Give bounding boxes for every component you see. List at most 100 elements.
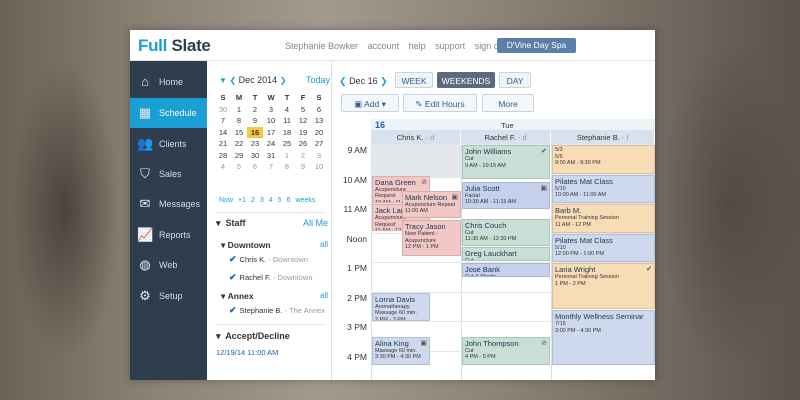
weeks-nav-item[interactable]: 2 [251, 197, 255, 204]
appointment[interactable]: Pilates Mat Class 5/10 12:00 PM - 1:00 PM [552, 233, 655, 262]
calendar-day[interactable]: 19 [295, 127, 311, 139]
calendar-day[interactable]: 18 [279, 127, 295, 139]
calendar-day[interactable]: 29 [231, 150, 247, 162]
calendar-day[interactable]: 22 [231, 138, 247, 150]
help-link[interactable]: help [409, 41, 426, 51]
sidebar-item-schedule[interactable]: ▦ Schedule [130, 98, 207, 128]
calendar-day[interactable]: 21 [215, 138, 231, 150]
group-annex[interactable]: ▾ Annex [221, 291, 254, 302]
calendar-day[interactable]: 2 [247, 104, 263, 116]
appointment[interactable]: Monthly Wellness Seminar 7/15 3:00 PM - 4:… [552, 310, 655, 366]
calendar-day[interactable]: 1 [231, 104, 247, 116]
calendar-day[interactable]: 16 [247, 126, 263, 138]
more-button[interactable]: More [482, 94, 534, 112]
user-name[interactable]: Stephanie Bowker [285, 41, 358, 51]
calendar-day[interactable]: 26 [295, 138, 311, 150]
calendar-day[interactable]: 11 [279, 115, 295, 127]
sidebar-item-setup[interactable]: ⚙ Setup [130, 281, 207, 311]
sidebar-item-messages[interactable]: ✉ Messages [130, 189, 207, 219]
accept-decline-title[interactable]: ▾ Accept/Decline [216, 331, 290, 342]
calendar-day[interactable]: 7 [263, 161, 279, 173]
calendar-day[interactable]: 23 [247, 138, 263, 150]
view-weekends-button[interactable]: WEEKENDS [437, 72, 495, 88]
calendar-day[interactable]: 4 [279, 104, 295, 116]
calendar-day[interactable]: 20 [311, 127, 327, 139]
calendar-day[interactable]: 3 [311, 150, 327, 162]
calendar-day[interactable]: 10 [263, 115, 279, 127]
staff-title[interactable]: ▾ Staff [216, 218, 246, 229]
appointment[interactable]: Chris Couch Cut 11:30 AM - 12:30 PM [462, 218, 550, 246]
calendar-day[interactable]: 15 [231, 127, 247, 139]
appointment[interactable]: Jose BankCut & Shade [462, 263, 550, 277]
group-annex-all[interactable]: all [320, 291, 328, 300]
sidebar-item-reports[interactable]: 📈 Reports [130, 220, 207, 250]
business-button[interactable]: D'Vine Day Spa [497, 38, 576, 53]
staff-chris-k[interactable]: ✔ Chris K. - Downtown [229, 254, 308, 265]
calendar-day[interactable]: 3 [263, 104, 279, 116]
weeks-nav-item[interactable]: 3 [260, 197, 264, 204]
sidebar-item-web[interactable]: ◍ Web [130, 250, 207, 280]
support-link[interactable]: support [435, 41, 465, 51]
calendar-day[interactable]: 14 [215, 127, 231, 139]
appointment[interactable]: Greg LauckhartCut12:30 PM - 1:30 PM [462, 246, 550, 261]
next-day-icon[interactable]: ❯ [380, 76, 388, 86]
appointment[interactable]: John Williams Cut 9 AM - 10:15 AM ✔ [462, 145, 550, 180]
calendar-day[interactable]: 8 [279, 161, 295, 173]
calendar-day[interactable]: 30 [215, 104, 231, 116]
appointment[interactable]: 5/3 5/5 9:00 AM - 9:30 PM [552, 145, 655, 174]
sidebar-item-home[interactable]: ⌂ Home [130, 67, 207, 97]
weeks-nav-item[interactable]: 6 [287, 197, 291, 204]
account-link[interactable]: account [368, 41, 400, 51]
calendar-day[interactable]: 24 [263, 138, 279, 150]
accept-decline-item[interactable]: 12/19/14 11:00 AM [216, 348, 278, 357]
view-week-button[interactable]: WEEK [395, 72, 433, 88]
calendar-day[interactable]: 6 [311, 104, 327, 116]
calendar-day[interactable]: 6 [247, 161, 263, 173]
edit-hours-button[interactable]: ✎ Edit Hours [403, 94, 477, 112]
calendar-day[interactable]: 10 [311, 161, 327, 173]
prev-day-icon[interactable]: ❮ [339, 76, 347, 86]
calendar-day[interactable]: 27 [311, 138, 327, 150]
staff-column-header[interactable]: Rachel F. - d [461, 131, 551, 144]
today-link[interactable]: Today [306, 75, 330, 85]
prev-month-icon[interactable]: ❮ [229, 76, 236, 85]
calendar-day[interactable]: 8 [231, 115, 247, 127]
staff-stephanie-b[interactable]: ✔ Stephanie B. - The Annex [229, 305, 325, 316]
appointment[interactable]: John Thompson Cut 4 PM - 5 PM ⊘ [462, 336, 550, 366]
appointment[interactable]: Alina King Massage 60 min. 3:30 PM - 4:30 … [372, 336, 430, 366]
calendar-day[interactable]: 28 [215, 150, 231, 162]
calendar-day[interactable]: 5 [295, 104, 311, 116]
weeks-nav-item[interactable]: +1 [238, 197, 246, 204]
calendar-day[interactable]: 12 [295, 115, 311, 127]
calendar-day[interactable]: 17 [263, 127, 279, 139]
all-me-link[interactable]: All Me [303, 218, 328, 228]
view-day-button[interactable]: DAY [499, 72, 531, 88]
staff-column-header[interactable]: Chris K. - d [371, 131, 461, 144]
calendar-day[interactable]: 9 [247, 115, 263, 127]
calendar-day[interactable]: 4 [215, 161, 231, 173]
group-downtown-all[interactable]: all [320, 240, 328, 249]
add-button[interactable]: ▣ Add ▾ [341, 94, 399, 112]
calendar-day[interactable]: 13 [311, 115, 327, 127]
next-month-icon[interactable]: ❯ [280, 76, 287, 85]
appointment[interactable]: Tracy Jason New Patient - Acupuncture 12 P… [402, 220, 461, 257]
appointment[interactable]: Julia Scott Facial 10:30 AM - 11:15 AM ▣ [462, 181, 550, 209]
appointment[interactable]: Pilates Mat Class 5/10 10:00 AM - 11:00 AM [552, 174, 655, 203]
weeks-nav-item[interactable]: 4 [269, 197, 273, 204]
appointment[interactable]: Barb M. Personal Training Session 11 AM - … [552, 204, 655, 233]
group-downtown[interactable]: ▾ Downtown [221, 240, 271, 251]
calendar-day[interactable]: 30 [247, 150, 263, 162]
staff-rachel-f[interactable]: ✔ Rachel F. - Downtown [229, 272, 313, 283]
calendar-day[interactable]: 5 [231, 161, 247, 173]
calendar-day[interactable]: 2 [295, 150, 311, 162]
appointment[interactable]: Mark Nelson Acupuncture Repeat 11:00 AM ▣ [402, 190, 461, 218]
calendar-day[interactable]: 9 [295, 161, 311, 173]
calendar-day[interactable]: 25 [279, 138, 295, 150]
calendar-day[interactable]: 7 [215, 115, 231, 127]
logo[interactable]: Full Slate [138, 36, 211, 56]
chevron-down-icon[interactable]: ▼ [219, 76, 227, 85]
appointment[interactable]: Lorna Davis Aromatherapy, Massage 60 min.… [372, 292, 430, 321]
weeks-nav-item[interactable]: Now [219, 197, 233, 204]
staff-column-header[interactable]: Stephanie B. - l [551, 131, 655, 144]
appointment[interactable]: Laria Wright Personal Training Session 1 P… [552, 263, 655, 310]
